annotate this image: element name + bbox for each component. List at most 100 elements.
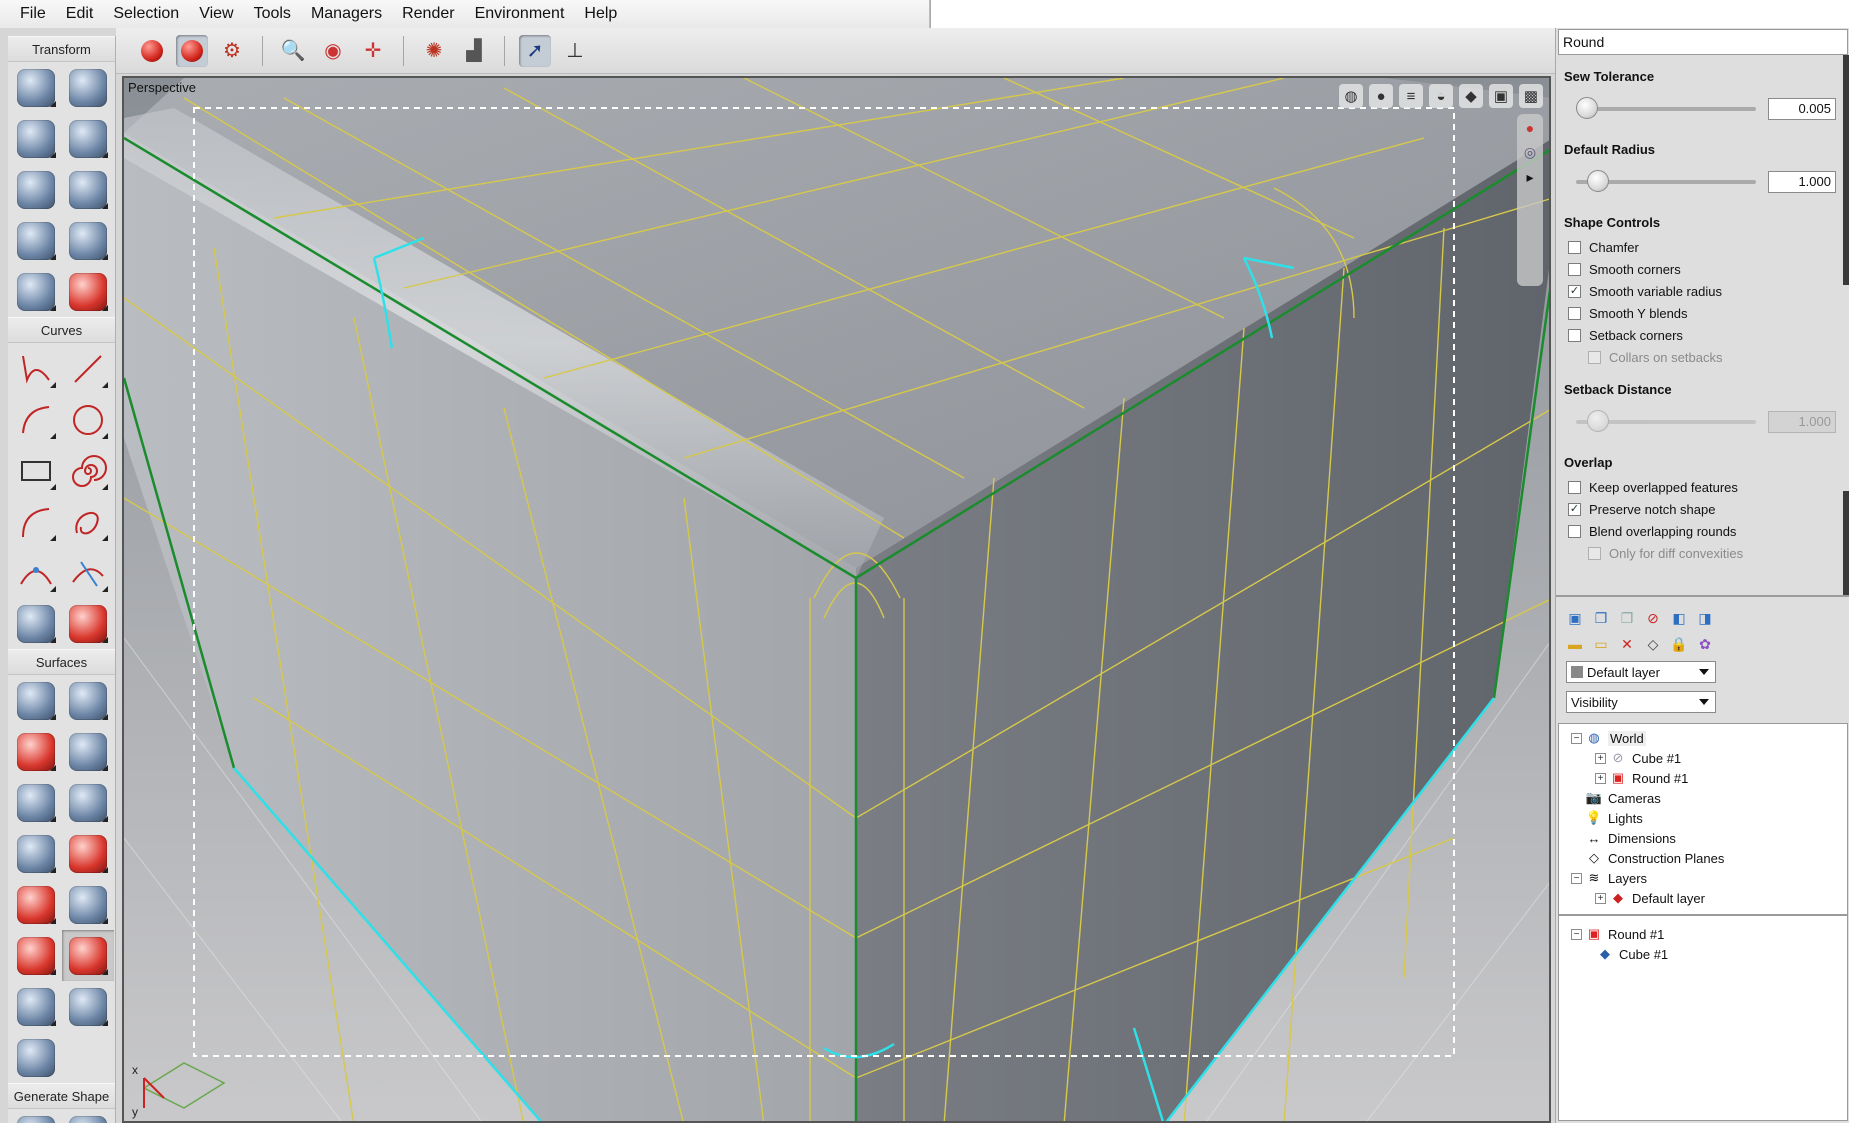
default-radius-slider[interactable] [1576,170,1756,192]
circle-tool[interactable] [62,394,114,445]
tree-node-construction-planes[interactable]: ◇ Construction Planes [1559,848,1847,868]
new-object-icon[interactable]: ▣ [1566,609,1584,627]
tree-node-dimensions[interactable]: ↔ Dimensions [1559,828,1847,848]
move-tool[interactable] [10,62,62,113]
sew-tolerance-input[interactable]: 0.005 [1768,98,1836,120]
view-cube-icon[interactable]: ◆ [1459,84,1483,108]
camera-button[interactable]: ✺ [418,35,450,67]
layer-icon[interactable]: ◇ [1644,635,1662,653]
flatten-tool[interactable] [10,1032,62,1083]
surface-edit-tool[interactable] [10,981,62,1032]
deform-tool[interactable] [62,164,114,215]
points-tool[interactable] [10,215,62,266]
shaded-icon[interactable]: ● [1369,84,1393,108]
menu-view[interactable]: View [189,0,243,28]
taper-tool[interactable] [62,215,114,266]
zoom-extents-button[interactable]: ◉ [317,35,349,67]
sew-tolerance-thumb[interactable] [1576,97,1598,119]
sweep-tool[interactable] [10,777,62,828]
network-tool[interactable] [62,777,114,828]
expand-icon[interactable]: + [1595,752,1606,764]
scale-tool[interactable] [10,113,62,164]
lock-icon[interactable]: 🔒 [1670,635,1688,653]
checkbox[interactable] [1568,524,1581,538]
pan-button[interactable]: ✛ [357,35,389,67]
checkbox[interactable] [1568,480,1581,494]
nav-sphere-icon[interactable]: ● [1526,120,1534,136]
generate-shape-tool-2[interactable] [62,1109,114,1123]
generate-shape-tool[interactable] [10,1109,62,1123]
blend-tool[interactable] [62,828,114,879]
menu-edit[interactable]: Edit [56,0,104,28]
wireframe-icon[interactable]: ◍ [1339,84,1363,108]
box-icon[interactable]: ▣ [1489,84,1513,108]
menu-help[interactable]: Help [574,0,627,28]
group-icon[interactable]: ◧ [1670,609,1688,627]
checkbox-checked[interactable]: ✓ [1568,284,1581,298]
shape-controls-option[interactable]: Chamfer [1564,236,1849,258]
layers-icon[interactable]: ≡ [1399,84,1423,108]
visibility-select[interactable]: Visibility [1566,691,1716,713]
overlap-option[interactable]: ✓ Preserve notch shape [1564,498,1849,520]
curve-surface-tool[interactable] [62,598,114,649]
axis-button[interactable]: ⊥ [559,35,591,67]
shape-controls-option[interactable]: Smooth Y blends [1564,302,1849,324]
perspective-viewport[interactable]: Perspective ◍ ● ≡ ◒ ◆ ▣ ▩ ● ◎ ▸ x y [122,76,1551,1123]
checkbox-checked[interactable]: ✓ [1568,502,1581,516]
offset-surface-tool[interactable] [10,879,62,930]
tree-node-default-layer[interactable]: + ◆ Default layer [1559,888,1847,908]
checkbox[interactable] [1568,262,1581,276]
curve-offset-tool[interactable] [10,598,62,649]
ungroup-icon[interactable]: ◨ [1696,609,1714,627]
sew-tolerance-slider[interactable] [1576,97,1756,119]
align-tool[interactable] [62,113,114,164]
select-button[interactable]: ➚ [519,34,551,67]
curve-trim-tool[interactable] [62,547,114,598]
rotate-tool[interactable] [62,62,114,113]
command-field[interactable] [930,0,1849,28]
folder-icon[interactable]: ▬ [1566,635,1584,653]
patch-tool[interactable] [10,828,62,879]
menu-selection[interactable]: Selection [103,0,189,28]
shape-controls-option[interactable]: Smooth corners [1564,258,1849,280]
extrude-tool[interactable] [62,675,114,726]
collapse-icon[interactable]: − [1571,872,1582,884]
fillet-tool[interactable] [10,930,62,981]
rectangle-tool[interactable] [10,445,62,496]
render-button[interactable] [136,35,168,67]
expand-icon[interactable]: + [1595,772,1606,784]
lighting-icon[interactable]: ◒ [1429,84,1453,108]
history-node-cube1[interactable]: ◆ Cube #1 [1559,944,1847,964]
shape-controls-option[interactable]: ✓ Smooth variable radius [1564,280,1849,302]
nav-more-icon[interactable]: ▸ [1526,169,1533,186]
checkbox[interactable] [1568,328,1581,342]
lathe-tool[interactable] [62,726,114,777]
properties-scrollbar[interactable] [1843,55,1849,285]
menu-file[interactable]: File [10,0,56,28]
round-tool[interactable] [61,930,114,981]
shape-controls-option[interactable]: Setback corners [1564,324,1849,346]
curve-edit-tool[interactable] [10,547,62,598]
tree-node-layers[interactable]: − ≋ Layers [1559,868,1847,888]
collapse-icon[interactable]: − [1571,928,1582,940]
tree-node-cameras[interactable]: 📷 Cameras [1559,788,1847,808]
collapse-icon[interactable]: − [1571,732,1582,744]
color-icon[interactable]: ✿ [1696,635,1714,653]
default-radius-input[interactable]: 1.000 [1768,171,1836,193]
skin-tool[interactable] [10,675,62,726]
paste-icon[interactable]: ❐ [1618,609,1636,627]
menu-environment[interactable]: Environment [465,0,575,28]
render-mode-icon[interactable]: ▩ [1519,84,1543,108]
tree-node-lights[interactable]: 💡 Lights [1559,808,1847,828]
nav-orbit-icon[interactable]: ◎ [1524,144,1536,161]
checkbox[interactable] [1568,240,1581,254]
tree-node-world[interactable]: − ◍ World [1559,728,1847,748]
overlap-option[interactable]: Blend overlapping rounds [1564,520,1849,542]
plane-tool[interactable] [10,726,62,777]
spiral-tool[interactable] [62,445,114,496]
measure-button[interactable]: ▟ [458,35,490,67]
surface-trim-tool[interactable] [62,981,114,1032]
layer-select[interactable]: Default layer [1566,661,1716,683]
folder-open-icon[interactable]: ▭ [1592,635,1610,653]
properties-scrollbar-lower[interactable] [1843,491,1849,595]
